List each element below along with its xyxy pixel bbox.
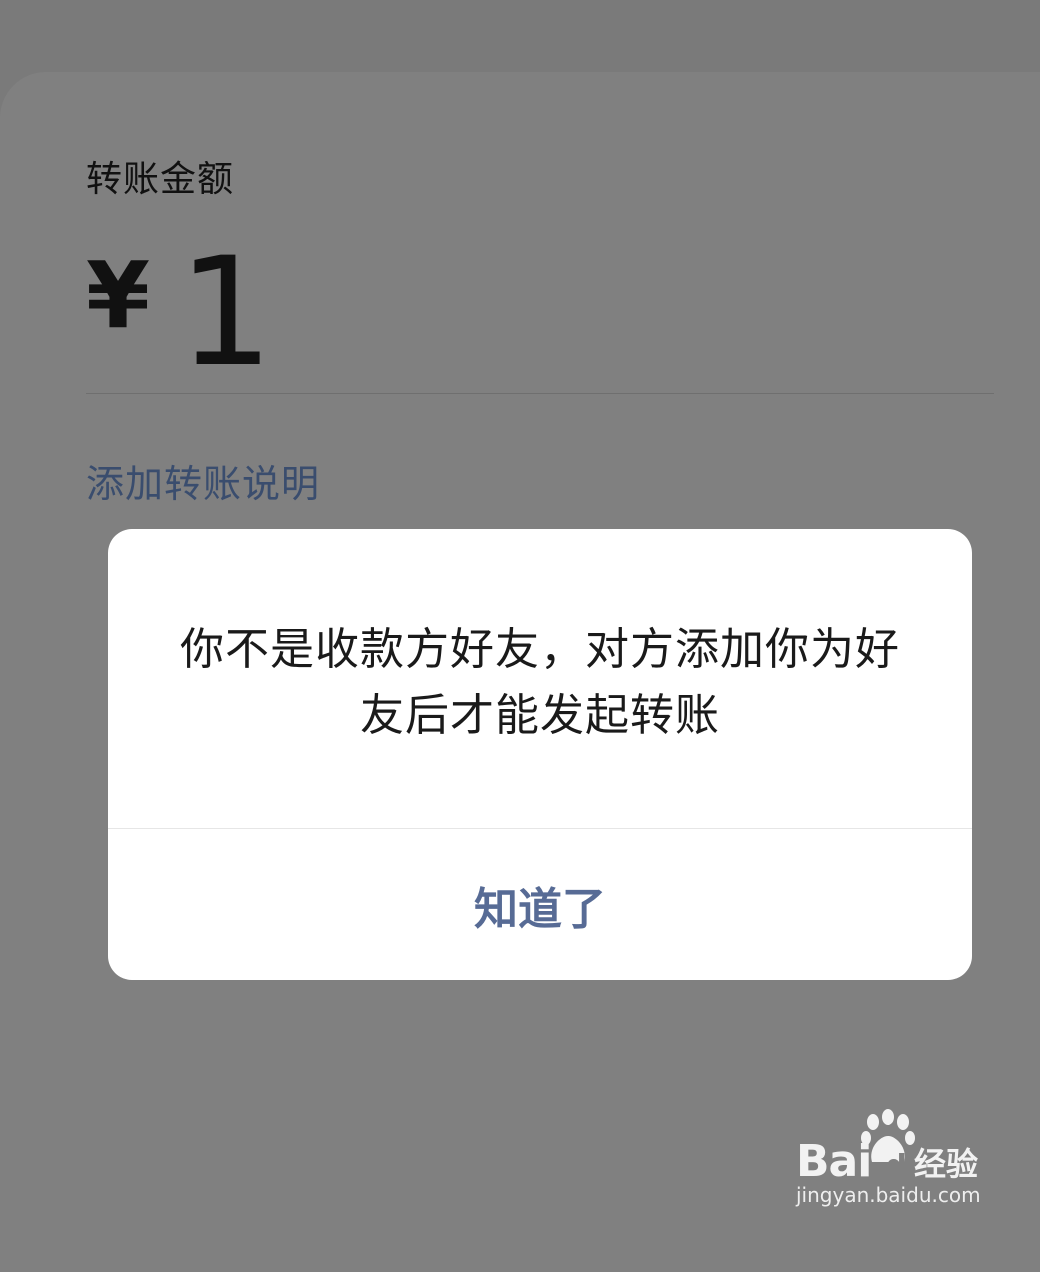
amount-value[interactable]: 1 (178, 238, 273, 388)
watermark-label: 经验 (914, 1145, 979, 1183)
dialog-message: 你不是收款方好友，对方添加你为好友后才能发起转账 (180, 624, 900, 741)
watermark-url: jingyan.baidu.com (796, 1183, 981, 1207)
alert-dialog: 你不是收款方好友，对方添加你为好友后才能发起转账 知道了 (108, 529, 972, 980)
add-transfer-note-link[interactable]: 添加转账说明 (86, 460, 320, 508)
confirm-button[interactable]: 知道了 (108, 829, 972, 980)
currency-symbol: ¥ (86, 242, 151, 349)
amount-label: 转账金额 (86, 159, 235, 200)
amount-divider (86, 393, 994, 394)
baidu-jingyan-watermark: Bai du 经验 jingyan.baidu.com (796, 1108, 996, 1212)
